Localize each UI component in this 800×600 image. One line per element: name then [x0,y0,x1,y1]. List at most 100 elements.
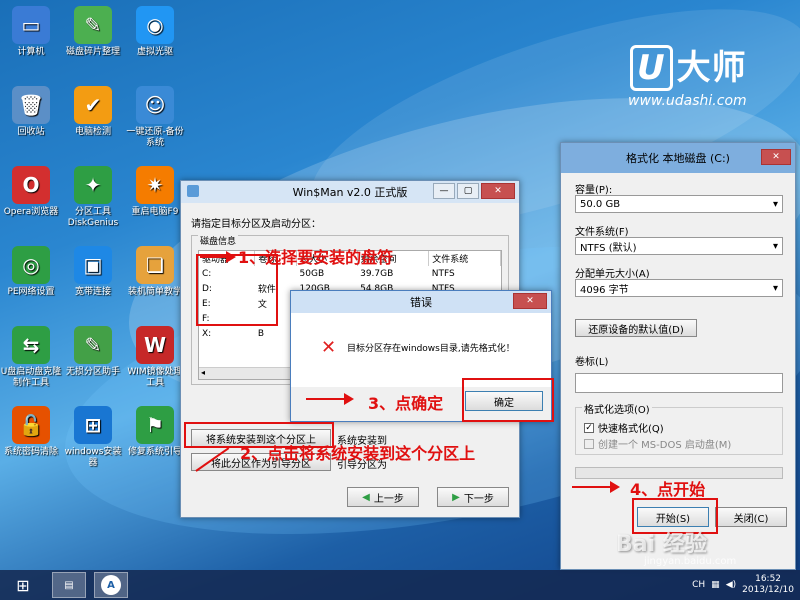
restore-label: 还原设备的默认值(D) [588,324,684,336]
desktop-shortcut[interactable]: W WIM镜像处理工具 [124,326,186,389]
desktop-shortcut[interactable]: ⚑ 修复系统引导 [124,406,186,458]
filesystem-select[interactable]: NTFS (默认) ▾ [575,237,783,255]
desktop-shortcut[interactable]: ▣ 宽带连接 [62,246,124,298]
winsman-titlebar[interactable]: Win$Man v2.0 正式版 — ▢ ✕ [181,181,519,203]
baidu-watermark: Bai 经验 [616,526,707,558]
desktop-shortcut-label: 无损分区助手 [65,367,120,377]
desktop-shortcut[interactable]: 🔓 系统密码清除 [0,406,62,458]
desktop-shortcut-label: PE网络设置 [7,287,55,297]
desktop-shortcut-label: WIM镜像处理工具 [127,367,183,388]
msdos-boot-option: 创建一个 MS-DOS 启动盘(M) [584,436,731,451]
clock-time: 16:52 [755,574,782,584]
quick-format-checkbox[interactable]: ✓ [584,422,594,433]
table-cell-drive: X: [202,328,212,339]
logo-text: 大师 [676,48,747,88]
options-group: 格式化选项(O) ✓ 快速格式化(Q) 创建一个 MS-DOS 启动盘(M) [575,401,783,455]
format-titlebar[interactable]: 格式化 本地磁盘 (C:) ✕ [561,143,795,173]
fs-label: 文件系统(F) [575,227,629,238]
quick-format-label: 快速格式化(Q) [598,424,664,435]
network-icon: ◎ [12,246,50,284]
allocation-select[interactable]: 4096 字节 ▾ [575,279,783,297]
repair-boot-icon: ⚑ [136,406,174,444]
desktop-shortcut[interactable]: ☺ 一键还原-备份系统 [124,86,186,149]
close-button[interactable]: ✕ [481,183,515,199]
arrow-left-icon: ◀ [362,491,370,503]
desktop-shortcut[interactable]: ❏ 装机简单教学 [124,246,186,298]
desktop-shortcut[interactable]: ✦ 分区工具DiskGenius [62,166,124,229]
error-titlebar[interactable]: 错误 ✕ [291,291,551,313]
clock[interactable]: 16:52 2013/12/10 [742,574,794,596]
taskbar-app-udashi[interactable]: A [94,572,128,598]
start-button[interactable]: ⊞ [6,573,40,597]
arrow-right-icon: ▶ [452,491,460,503]
next-step-button[interactable]: ▶ 下一步 [437,487,509,507]
alloc-label: 分配单元大小(A) [575,269,650,280]
unlock-icon: 🔓 [12,406,50,444]
alloc-value: 4096 字节 [580,284,629,296]
chevron-down-icon: ▾ [772,240,778,252]
udashi-app-icon: A [101,575,121,595]
error-close-button[interactable]: ✕ [513,293,547,309]
shield-check-icon: ✔ [74,86,112,124]
desktop-shortcut[interactable]: ✷ 重启电脑F9 [124,166,186,218]
table-cell-free: 39.7GB [360,268,394,279]
desktop-shortcut[interactable]: 🗑 回收站 [0,86,62,138]
error-icon: ✕ [321,337,337,358]
network-tray-icon[interactable]: ▦ [711,580,720,590]
wim-icon: W [136,326,174,364]
minimize-button[interactable]: — [433,183,455,199]
desktop-shortcut-label: 电脑检测 [74,127,111,137]
restore-defaults-button[interactable]: 还原设备的默认值(D) [575,319,697,337]
computer-icon: ▭ [12,6,50,44]
desktop-shortcut[interactable]: ✎ 无损分区助手 [62,326,124,378]
volume-label-input[interactable] [575,373,783,393]
step4-arrow-head [610,481,620,493]
step4-annotation: 4、点开始 [630,480,706,499]
maximize-button[interactable]: ▢ [457,183,479,199]
desktop-shortcut-label: 磁盘碎片整理 [65,47,120,57]
msdos-label: 创建一个 MS-DOS 启动盘(M) [598,440,732,451]
desktop-shortcut-label: 一键还原-备份系统 [126,127,184,148]
desktop-shortcut[interactable]: ✔ 电脑检测 [62,86,124,138]
target-prompt: 请指定目标分区及启动分区： [191,219,321,230]
scroll-left-icon[interactable]: ◂ [201,368,205,379]
step2-annotation: 2、点击将系统安装到这个分区上 [240,444,476,463]
format-close-x-button[interactable]: ✕ [761,149,791,165]
broadband-icon: ▣ [74,246,112,284]
prev-step-label: 上一步 [373,493,404,505]
disk-info-label: 磁盘信息 [198,234,239,247]
ok-button-highlight [462,378,554,422]
volume-tray-icon[interactable]: ◀) [726,580,736,590]
column-header[interactable]: 文件系统 [428,251,501,266]
step3-annotation: 3、点确定 [368,394,444,413]
desktop-shortcut[interactable]: ⇆ U盘启动盘克隆制作工具 [0,326,62,389]
desktop-shortcut-label: 宽带连接 [74,287,111,297]
partition-assistant-icon: ✎ [74,326,112,364]
udashi-logo: U 大师 www.udashi.com [628,40,747,109]
quick-format-option[interactable]: ✓ 快速格式化(Q) [584,420,664,435]
msdos-checkbox [584,438,594,449]
close-format-button[interactable]: 关闭(C) [715,507,787,527]
broom-icon: ✎ [74,6,112,44]
desktop-shortcut[interactable]: O Opera浏览器 [0,166,62,218]
desktop-shortcut[interactable]: ⊞ windows安装器 [62,406,124,469]
watermark-url: jingyan.baidu.com [644,556,737,567]
capacity-select[interactable]: 50.0 GB ▾ [575,195,783,213]
language-indicator[interactable]: CH [692,580,705,590]
wrench-icon: ✦ [74,166,112,204]
usb-clone-icon: ⇆ [12,326,50,364]
desktop-shortcut[interactable]: ◎ PE网络设置 [0,246,62,298]
windows-logo-icon: ⊞ [16,575,30,595]
desktop-shortcut-label: 计算机 [17,47,45,57]
taskbar-app-explorer[interactable]: ▤ [52,572,86,598]
prev-step-button[interactable]: ◀ 上一步 [347,487,419,507]
desktop-shortcut[interactable]: ▭ 计算机 [0,6,62,58]
next-step-label: 下一步 [463,493,494,505]
desktop-shortcut[interactable]: ◉ 虚拟光驱 [124,6,186,58]
desktop-shortcut-label: Opera浏览器 [3,207,59,217]
step3-arrow [306,398,346,400]
desktop-shortcut-label: 重启电脑F9 [131,207,179,217]
error-message: 目标分区存在windows目录,请先格式化！ [347,344,515,354]
desktop-shortcut[interactable]: ✎ 磁盘碎片整理 [62,6,124,58]
step3-arrow-head [344,393,354,405]
